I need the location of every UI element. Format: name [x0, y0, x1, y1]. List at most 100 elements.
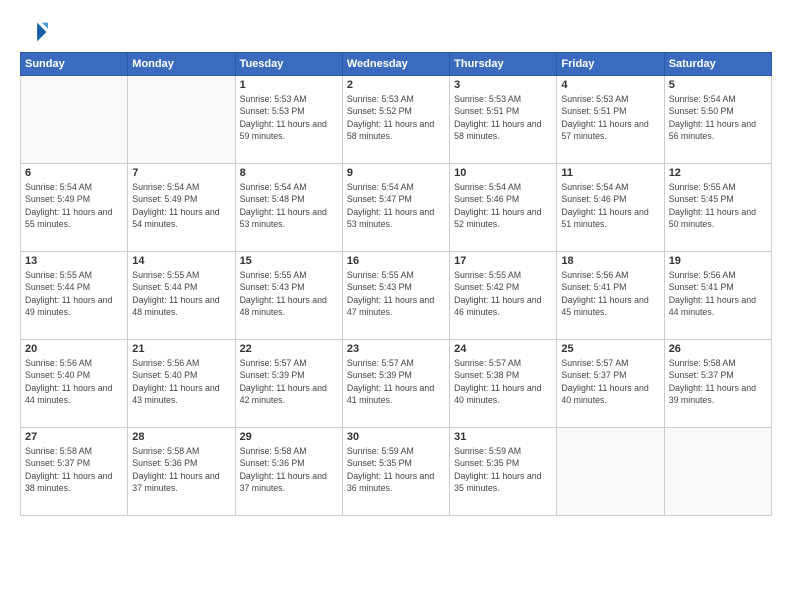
calendar-cell: 4 Sunrise: 5:53 AMSunset: 5:51 PMDaylight…	[557, 76, 664, 164]
day-info: Sunrise: 5:54 AMSunset: 5:47 PMDaylight:…	[347, 181, 445, 230]
calendar-week-row: 27 Sunrise: 5:58 AMSunset: 5:37 PMDayligh…	[21, 428, 772, 516]
day-number: 9	[347, 167, 445, 179]
day-number: 28	[132, 431, 230, 443]
day-info: Sunrise: 5:54 AMSunset: 5:50 PMDaylight:…	[669, 93, 767, 142]
day-number: 7	[132, 167, 230, 179]
calendar-header-row: SundayMondayTuesdayWednesdayThursdayFrid…	[21, 53, 772, 76]
calendar-cell: 23Sunrise: 5:57 AMSunset: 5:39 PMDayligh…	[342, 340, 449, 428]
calendar-day-header: Sunday	[21, 53, 128, 76]
calendar-cell: 26Sunrise: 5:58 AMSunset: 5:37 PMDayligh…	[664, 340, 771, 428]
calendar-cell: 6 Sunrise: 5:54 AMSunset: 5:49 PMDaylight…	[21, 164, 128, 252]
calendar-cell	[557, 428, 664, 516]
calendar-day-header: Saturday	[664, 53, 771, 76]
day-number: 25	[561, 343, 659, 355]
day-info: Sunrise: 5:58 AMSunset: 5:36 PMDaylight:…	[132, 445, 230, 494]
calendar-week-row: 6 Sunrise: 5:54 AMSunset: 5:49 PMDaylight…	[21, 164, 772, 252]
calendar-cell	[21, 76, 128, 164]
day-number: 24	[454, 343, 552, 355]
day-info: Sunrise: 5:56 AMSunset: 5:40 PMDaylight:…	[132, 357, 230, 406]
day-number: 17	[454, 255, 552, 267]
day-number: 15	[240, 255, 338, 267]
calendar-cell: 3 Sunrise: 5:53 AMSunset: 5:51 PMDaylight…	[450, 76, 557, 164]
calendar-cell: 29Sunrise: 5:58 AMSunset: 5:36 PMDayligh…	[235, 428, 342, 516]
day-info: Sunrise: 5:59 AMSunset: 5:35 PMDaylight:…	[347, 445, 445, 494]
day-number: 10	[454, 167, 552, 179]
day-info: Sunrise: 5:53 AMSunset: 5:51 PMDaylight:…	[454, 93, 552, 142]
day-info: Sunrise: 5:55 AMSunset: 5:43 PMDaylight:…	[347, 269, 445, 318]
calendar-week-row: 20 Sunrise: 5:56 AMSunset: 5:40 PMDayligh…	[21, 340, 772, 428]
calendar-cell: 28 Sunrise: 5:58 AMSunset: 5:36 PMDayligh…	[128, 428, 235, 516]
calendar-cell: 22Sunrise: 5:57 AMSunset: 5:39 PMDayligh…	[235, 340, 342, 428]
calendar-cell: 15 Sunrise: 5:55 AMSunset: 5:43 PMDayligh…	[235, 252, 342, 340]
calendar-cell	[128, 76, 235, 164]
day-info: Sunrise: 5:54 AMSunset: 5:49 PMDaylight:…	[132, 181, 230, 230]
day-number: 2	[347, 79, 445, 91]
day-number: 27	[25, 431, 123, 443]
day-info: Sunrise: 5:55 AMSunset: 5:43 PMDaylight:…	[240, 269, 338, 318]
calendar-cell: 27 Sunrise: 5:58 AMSunset: 5:37 PMDayligh…	[21, 428, 128, 516]
calendar-cell: 25 Sunrise: 5:57 AMSunset: 5:37 PMDayligh…	[557, 340, 664, 428]
calendar-cell: 20 Sunrise: 5:56 AMSunset: 5:40 PMDayligh…	[21, 340, 128, 428]
day-info: Sunrise: 5:55 AMSunset: 5:45 PMDaylight:…	[669, 181, 767, 230]
day-number: 5	[669, 79, 767, 91]
day-info: Sunrise: 5:58 AMSunset: 5:37 PMDaylight:…	[669, 357, 767, 406]
calendar-cell: 9 Sunrise: 5:54 AMSunset: 5:47 PMDaylight…	[342, 164, 449, 252]
day-info: Sunrise: 5:57 AMSunset: 5:37 PMDaylight:…	[561, 357, 659, 406]
day-info: Sunrise: 5:54 AMSunset: 5:48 PMDaylight:…	[240, 181, 338, 230]
day-info: Sunrise: 5:56 AMSunset: 5:41 PMDaylight:…	[561, 269, 659, 318]
day-info: Sunrise: 5:58 AMSunset: 5:37 PMDaylight:…	[25, 445, 123, 494]
day-info: Sunrise: 5:54 AMSunset: 5:46 PMDaylight:…	[454, 181, 552, 230]
calendar-cell: 21Sunrise: 5:56 AMSunset: 5:40 PMDayligh…	[128, 340, 235, 428]
day-number: 4	[561, 79, 659, 91]
day-info: Sunrise: 5:57 AMSunset: 5:39 PMDaylight:…	[240, 357, 338, 406]
day-info: Sunrise: 5:58 AMSunset: 5:36 PMDaylight:…	[240, 445, 338, 494]
day-number: 3	[454, 79, 552, 91]
calendar-cell: 7 Sunrise: 5:54 AMSunset: 5:49 PMDaylight…	[128, 164, 235, 252]
calendar-day-header: Monday	[128, 53, 235, 76]
day-number: 11	[561, 167, 659, 179]
calendar-cell: 5 Sunrise: 5:54 AMSunset: 5:50 PMDaylight…	[664, 76, 771, 164]
day-info: Sunrise: 5:59 AMSunset: 5:35 PMDaylight:…	[454, 445, 552, 494]
day-info: Sunrise: 5:56 AMSunset: 5:40 PMDaylight:…	[25, 357, 123, 406]
day-info: Sunrise: 5:57 AMSunset: 5:38 PMDaylight:…	[454, 357, 552, 406]
day-number: 13	[25, 255, 123, 267]
day-number: 12	[669, 167, 767, 179]
calendar-day-header: Thursday	[450, 53, 557, 76]
calendar-cell: 31 Sunrise: 5:59 AMSunset: 5:35 PMDayligh…	[450, 428, 557, 516]
day-number: 30	[347, 431, 445, 443]
calendar-week-row: 1Sunrise: 5:53 AMSunset: 5:53 PMDaylight…	[21, 76, 772, 164]
calendar-cell: 11 Sunrise: 5:54 AMSunset: 5:46 PMDayligh…	[557, 164, 664, 252]
calendar-cell: 13 Sunrise: 5:55 AMSunset: 5:44 PMDayligh…	[21, 252, 128, 340]
calendar-cell: 19 Sunrise: 5:56 AMSunset: 5:41 PMDayligh…	[664, 252, 771, 340]
day-info: Sunrise: 5:55 AMSunset: 5:44 PMDaylight:…	[132, 269, 230, 318]
calendar-cell: 2Sunrise: 5:53 AMSunset: 5:52 PMDaylight…	[342, 76, 449, 164]
day-number: 8	[240, 167, 338, 179]
day-info: Sunrise: 5:53 AMSunset: 5:51 PMDaylight:…	[561, 93, 659, 142]
day-info: Sunrise: 5:54 AMSunset: 5:49 PMDaylight:…	[25, 181, 123, 230]
day-number: 16	[347, 255, 445, 267]
calendar-day-header: Tuesday	[235, 53, 342, 76]
day-info: Sunrise: 5:53 AMSunset: 5:53 PMDaylight:…	[240, 93, 338, 142]
day-number: 31	[454, 431, 552, 443]
day-number: 19	[669, 255, 767, 267]
logo	[20, 18, 52, 46]
day-number: 20	[25, 343, 123, 355]
calendar-cell: 24 Sunrise: 5:57 AMSunset: 5:38 PMDayligh…	[450, 340, 557, 428]
calendar-cell: 18Sunrise: 5:56 AMSunset: 5:41 PMDayligh…	[557, 252, 664, 340]
day-info: Sunrise: 5:54 AMSunset: 5:46 PMDaylight:…	[561, 181, 659, 230]
page: SundayMondayTuesdayWednesdayThursdayFrid…	[0, 0, 792, 612]
calendar-cell: 14 Sunrise: 5:55 AMSunset: 5:44 PMDayligh…	[128, 252, 235, 340]
day-info: Sunrise: 5:55 AMSunset: 5:44 PMDaylight:…	[25, 269, 123, 318]
day-number: 14	[132, 255, 230, 267]
calendar-cell: 1Sunrise: 5:53 AMSunset: 5:53 PMDaylight…	[235, 76, 342, 164]
day-number: 23	[347, 343, 445, 355]
calendar-day-header: Friday	[557, 53, 664, 76]
calendar-week-row: 13 Sunrise: 5:55 AMSunset: 5:44 PMDayligh…	[21, 252, 772, 340]
calendar-cell: 8 Sunrise: 5:54 AMSunset: 5:48 PMDaylight…	[235, 164, 342, 252]
day-number: 6	[25, 167, 123, 179]
calendar-cell: 10 Sunrise: 5:54 AMSunset: 5:46 PMDayligh…	[450, 164, 557, 252]
header	[20, 18, 772, 46]
calendar-table: SundayMondayTuesdayWednesdayThursdayFrid…	[20, 52, 772, 516]
day-info: Sunrise: 5:55 AMSunset: 5:42 PMDaylight:…	[454, 269, 552, 318]
day-info: Sunrise: 5:56 AMSunset: 5:41 PMDaylight:…	[669, 269, 767, 318]
